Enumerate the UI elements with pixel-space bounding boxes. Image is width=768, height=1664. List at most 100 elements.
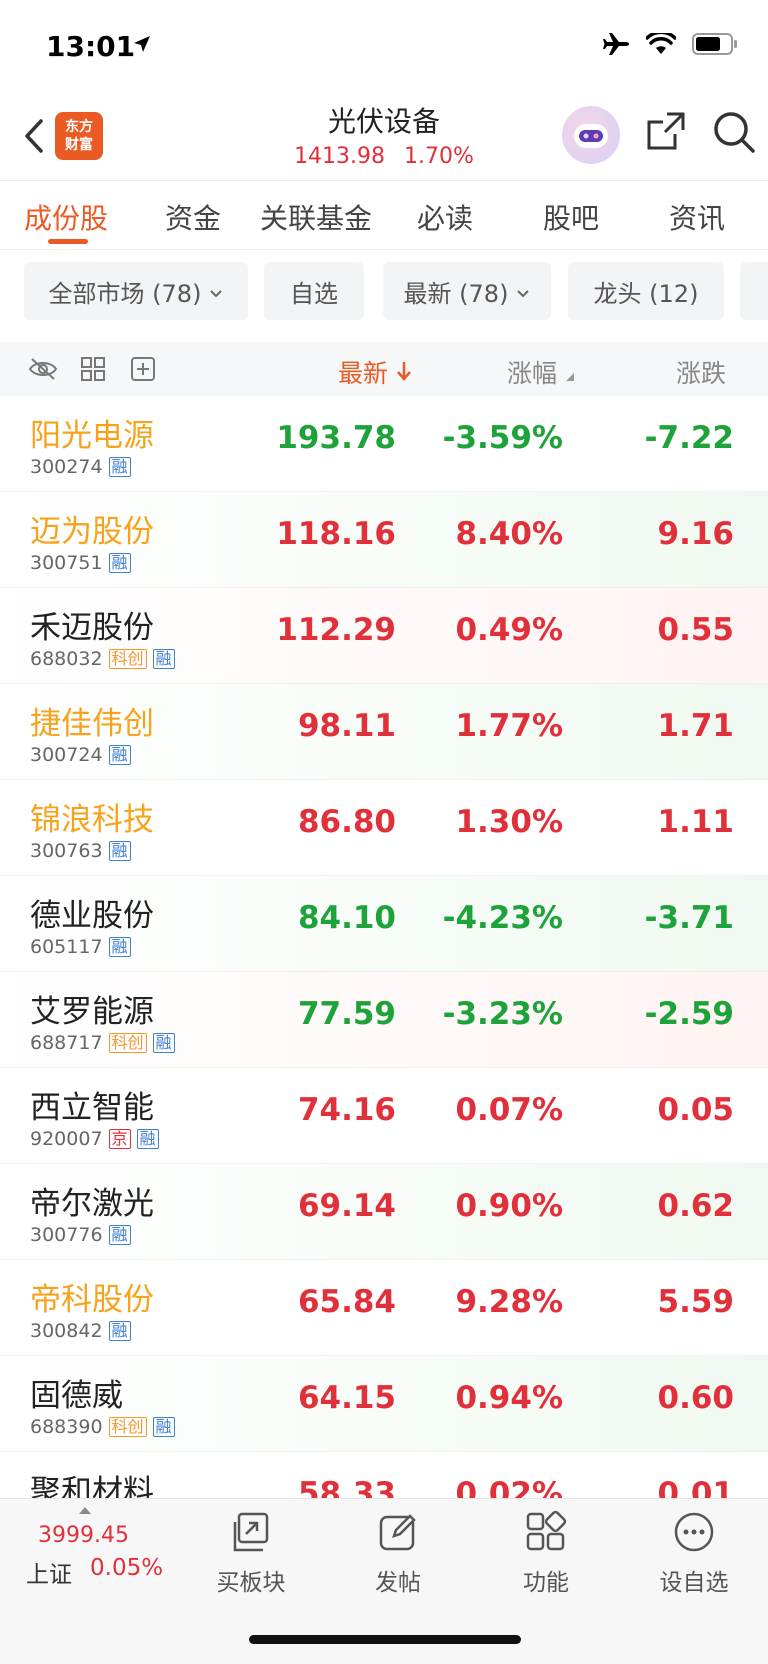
share-button[interactable] bbox=[645, 110, 687, 156]
table-row[interactable]: 阳光电源 300274 融 193.78 -3.59% -7.22 bbox=[0, 396, 768, 492]
stock-change-pct: 0.94% bbox=[455, 1380, 563, 1416]
chevron-down-icon bbox=[516, 277, 530, 305]
sort-change-pct-column[interactable]: 涨幅 bbox=[507, 354, 575, 390]
table-row[interactable]: 禾迈股份 688032 科创融 112.29 0.49% 0.55 bbox=[0, 588, 768, 684]
sector-index-value: 1413.98 bbox=[294, 144, 386, 169]
shanghai-index-value[interactable]: 3999.45 bbox=[38, 1523, 129, 1548]
table-row[interactable]: 聚和材料 58.33 0.02% 0.01 bbox=[0, 1452, 768, 1498]
margin-tag: 融 bbox=[152, 1417, 175, 1437]
status-time: 13:01 bbox=[46, 30, 136, 63]
stock-name: 帝尔激光 bbox=[30, 1186, 154, 1222]
stock-change-pct: -4.23% bbox=[442, 900, 563, 936]
stock-price: 69.14 bbox=[297, 1188, 396, 1224]
expand-caret-icon[interactable] bbox=[79, 1507, 91, 1514]
sort-down-arrow-icon bbox=[397, 362, 411, 381]
search-button[interactable] bbox=[712, 110, 756, 158]
stock-change: -3.71 bbox=[644, 900, 734, 936]
stock-price: 64.15 bbox=[297, 1380, 396, 1416]
watchlist-filter-label: 自选 bbox=[290, 279, 338, 308]
sector-index-change: 1.70% bbox=[404, 144, 474, 169]
tab-forum[interactable]: 股吧 bbox=[543, 197, 599, 237]
stock-code: 920007 bbox=[30, 1128, 103, 1150]
stock-name: 聚和材料 bbox=[30, 1474, 154, 1498]
table-row[interactable]: 捷佳伟创 300724 融 98.11 1.77% 1.71 bbox=[0, 684, 768, 780]
airplane-icon bbox=[602, 32, 630, 60]
sort-latest-column[interactable]: 最新 bbox=[338, 354, 412, 390]
buy-block-icon bbox=[196, 1509, 306, 1555]
leader-filter[interactable]: 龙头 (12) bbox=[568, 262, 724, 320]
tab-must-read[interactable]: 必读 bbox=[417, 197, 473, 237]
change-pct-column-label: 涨幅 bbox=[507, 359, 558, 388]
add-watchlist-button[interactable]: 设自选 bbox=[639, 1509, 749, 1597]
stock-code-line: 300776 融 bbox=[30, 1224, 131, 1246]
stock-code-line: 300274 融 bbox=[30, 456, 131, 478]
stock-name: 固德威 bbox=[30, 1378, 123, 1414]
market-filter-dropdown[interactable]: 全部市场 (78) bbox=[24, 262, 248, 320]
stock-change: 1.11 bbox=[657, 804, 735, 840]
margin-tag: 融 bbox=[108, 937, 131, 957]
table-row[interactable]: 西立智能 920007 京融 74.16 0.07% 0.05 bbox=[0, 1068, 768, 1164]
table-row[interactable]: 德业股份 605117 融 84.10 -4.23% -3.71 bbox=[0, 876, 768, 972]
home-indicator[interactable] bbox=[249, 1635, 521, 1644]
stock-name: 艾罗能源 bbox=[30, 994, 154, 1030]
status-bar: 13:01 bbox=[0, 0, 768, 96]
stock-change: -2.59 bbox=[644, 996, 734, 1032]
shanghai-index-name[interactable]: 上证 bbox=[26, 1555, 72, 1589]
active-tab-indicator bbox=[48, 239, 88, 244]
stock-change: 5.59 bbox=[657, 1284, 735, 1320]
stock-code: 300763 bbox=[30, 840, 103, 862]
tab-news[interactable]: 资讯 bbox=[669, 197, 725, 237]
table-row[interactable]: 迈为股份 300751 融 118.16 8.40% 9.16 bbox=[0, 492, 768, 588]
edit-icon bbox=[343, 1509, 453, 1555]
post-button[interactable]: 发帖 bbox=[343, 1509, 453, 1597]
sort-change-column[interactable]: 涨跌 bbox=[676, 354, 726, 390]
stock-change-pct: 9.28% bbox=[455, 1284, 563, 1320]
stock-code-line: 300842 融 bbox=[30, 1320, 131, 1342]
watchlist-filter[interactable]: 自选 bbox=[264, 262, 364, 320]
stock-code-line: 688717 科创融 bbox=[30, 1032, 175, 1054]
tab-constituents[interactable]: 成份股 bbox=[24, 197, 108, 237]
tab-funds[interactable]: 资金 bbox=[165, 197, 221, 237]
stock-list: 阳光电源 300274 融 193.78 -3.59% -7.22 迈为股份 30… bbox=[0, 396, 768, 1498]
hide-eye-icon[interactable] bbox=[28, 356, 58, 386]
stock-change-pct: 1.30% bbox=[455, 804, 563, 840]
stock-code-line: 605117 融 bbox=[30, 936, 131, 958]
grid-view-icon[interactable] bbox=[80, 356, 106, 386]
function-button[interactable]: 功能 bbox=[491, 1509, 601, 1597]
margin-tag: 融 bbox=[108, 553, 131, 573]
table-row[interactable]: 帝科股份 300842 融 65.84 9.28% 5.59 bbox=[0, 1260, 768, 1356]
latest-filter-dropdown[interactable]: 最新 (78) bbox=[383, 262, 551, 320]
stock-name: 西立智能 bbox=[30, 1090, 154, 1126]
leader-filter-label: 龙头 (12) bbox=[593, 279, 699, 308]
stock-change: 0.60 bbox=[657, 1380, 735, 1416]
margin-tag: 融 bbox=[108, 841, 131, 861]
shanghai-index-pct[interactable]: 0.05% bbox=[90, 1555, 163, 1581]
margin-tag: 融 bbox=[152, 649, 175, 669]
more-filter[interactable] bbox=[740, 262, 768, 320]
table-row[interactable]: 锦浪科技 300763 融 86.80 1.30% 1.11 bbox=[0, 780, 768, 876]
search-icon bbox=[714, 112, 755, 153]
margin-tag: 融 bbox=[108, 1225, 131, 1245]
stock-name: 阳光电源 bbox=[30, 418, 154, 454]
stock-change: 0.62 bbox=[657, 1188, 735, 1224]
stock-code: 605117 bbox=[30, 936, 103, 958]
table-row[interactable]: 艾罗能源 688717 科创融 77.59 -3.23% -2.59 bbox=[0, 972, 768, 1068]
table-row[interactable]: 帝尔激光 300776 融 69.14 0.90% 0.62 bbox=[0, 1164, 768, 1260]
stock-code: 688717 bbox=[30, 1032, 103, 1054]
margin-tag: 融 bbox=[136, 1129, 159, 1149]
stock-price: 86.80 bbox=[297, 804, 396, 840]
stock-code: 300842 bbox=[30, 1320, 103, 1342]
stock-price: 65.84 bbox=[297, 1284, 396, 1320]
stock-price: 74.16 bbox=[297, 1092, 396, 1128]
ai-assistant-button[interactable] bbox=[562, 106, 620, 164]
location-arrow-icon bbox=[132, 34, 152, 58]
stock-name: 捷佳伟创 bbox=[30, 706, 154, 742]
stock-code-line: 920007 京融 bbox=[30, 1128, 159, 1150]
bottom-toolbar: 3999.45 上证 0.05% 买板块 发帖 功能 设自选 bbox=[0, 1498, 768, 1664]
add-box-icon[interactable] bbox=[130, 356, 156, 386]
tab-related-funds[interactable]: 关联基金 bbox=[260, 197, 372, 237]
table-row[interactable]: 固德威 688390 科创融 64.15 0.94% 0.60 bbox=[0, 1356, 768, 1452]
margin-tag: 融 bbox=[108, 745, 131, 765]
stock-code-line: 300763 融 bbox=[30, 840, 131, 862]
buy-block-button[interactable]: 买板块 bbox=[196, 1509, 306, 1597]
